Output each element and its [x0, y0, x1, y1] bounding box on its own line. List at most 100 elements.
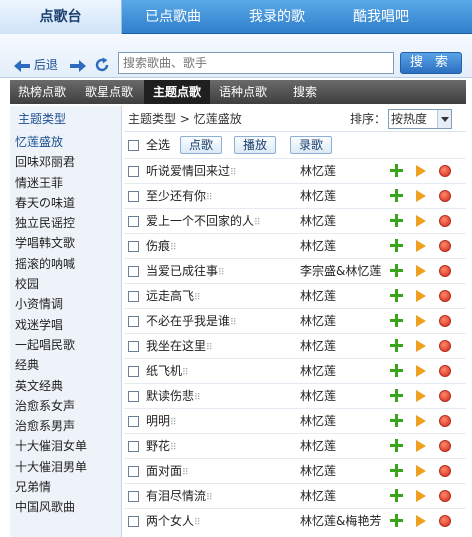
record-icon[interactable]: [439, 290, 451, 302]
add-icon[interactable]: [390, 514, 403, 527]
add-icon[interactable]: [390, 214, 403, 227]
sidebar-item[interactable]: 独立民谣控: [10, 213, 121, 233]
play-icon[interactable]: [416, 265, 426, 277]
song-checkbox[interactable]: [128, 241, 139, 252]
song-artist[interactable]: 林忆莲: [300, 284, 336, 308]
song-checkbox[interactable]: [128, 266, 139, 277]
song-title[interactable]: 野花⠿: [146, 434, 177, 460]
song-row[interactable]: 听说爱情回来过⠿ 林忆莲: [124, 158, 466, 183]
record-icon[interactable]: [439, 215, 451, 227]
song-title[interactable]: 至少还有你⠿: [146, 184, 213, 210]
sidebar-item[interactable]: 小资情调: [10, 294, 121, 314]
sidebar-item[interactable]: 情迷王菲: [10, 173, 121, 193]
subtab-language[interactable]: 语种点歌: [210, 80, 276, 104]
play-icon[interactable]: [416, 365, 426, 377]
song-row[interactable]: 远走高飞⠿ 林忆莲: [124, 283, 466, 308]
song-checkbox[interactable]: [128, 516, 139, 527]
subtab-theme[interactable]: 主题点歌: [144, 80, 210, 104]
add-icon[interactable]: [390, 414, 403, 427]
song-title[interactable]: 两个女人⠿: [146, 509, 201, 535]
record-icon[interactable]: [439, 165, 451, 177]
song-artist[interactable]: 林忆莲: [300, 409, 336, 433]
subtab-hot-chart[interactable]: 热榜点歌: [10, 80, 74, 104]
song-checkbox[interactable]: [128, 391, 139, 402]
sidebar-item[interactable]: 一起唱民歌: [10, 335, 121, 355]
add-icon[interactable]: [390, 389, 403, 402]
add-icon[interactable]: [390, 189, 403, 202]
song-row[interactable]: 默读伤悲⠿ 林忆莲: [124, 383, 466, 408]
song-artist[interactable]: 林忆莲: [300, 334, 336, 358]
record-icon[interactable]: [439, 315, 451, 327]
song-title[interactable]: 听说爱情回来过⠿: [146, 159, 237, 185]
song-artist[interactable]: 林忆莲: [300, 209, 336, 233]
song-artist[interactable]: 林忆莲&梅艳芳: [300, 509, 381, 533]
song-artist[interactable]: 林忆莲: [300, 384, 336, 408]
song-checkbox[interactable]: [128, 416, 139, 427]
song-row[interactable]: 纸飞机⠿ 林忆莲: [124, 358, 466, 383]
refresh-button[interactable]: [94, 55, 110, 73]
order-song-button[interactable]: 点歌: [180, 136, 223, 154]
sidebar-item[interactable]: 回味邓丽君: [10, 152, 121, 172]
subtab-artist[interactable]: 歌星点歌: [76, 80, 142, 104]
subtab-search[interactable]: 搜索: [280, 80, 330, 104]
add-icon[interactable]: [390, 464, 403, 477]
play-icon[interactable]: [416, 240, 426, 252]
forward-button[interactable]: [70, 56, 86, 74]
song-row[interactable]: 我坐在这里⠿ 林忆莲: [124, 333, 466, 358]
song-title[interactable]: 面对面⠿: [146, 459, 189, 485]
song-title[interactable]: 默读伤悲⠿: [146, 384, 201, 410]
tab-my-recordings[interactable]: 我录的歌: [224, 0, 330, 34]
play-icon[interactable]: [416, 215, 426, 227]
song-artist[interactable]: 林忆莲: [300, 159, 336, 183]
song-row[interactable]: 面对面⠿ 林忆莲: [124, 458, 466, 483]
song-checkbox[interactable]: [128, 341, 139, 352]
search-button[interactable]: 搜 索: [400, 52, 462, 74]
sidebar-item[interactable]: 十大催泪男单: [10, 457, 121, 477]
song-title[interactable]: 纸飞机⠿: [146, 359, 189, 385]
song-row[interactable]: 不必在乎我是谁⠿ 林忆莲: [124, 308, 466, 333]
song-row[interactable]: 有泪尽情流⠿ 林忆莲: [124, 483, 466, 508]
record-icon[interactable]: [439, 390, 451, 402]
song-title[interactable]: 爱上一个不回家的人⠿: [146, 209, 261, 235]
add-icon[interactable]: [390, 314, 403, 327]
song-title[interactable]: 明明⠿: [146, 409, 177, 435]
song-row[interactable]: 明明⠿ 林忆莲: [124, 408, 466, 433]
song-title[interactable]: 有泪尽情流⠿: [146, 484, 213, 510]
record-icon[interactable]: [439, 340, 451, 352]
play-icon[interactable]: [416, 190, 426, 202]
sidebar-item[interactable]: 兄弟情: [10, 477, 121, 497]
play-icon[interactable]: [416, 465, 426, 477]
sidebar-item[interactable]: 英文经典: [10, 376, 121, 396]
play-icon[interactable]: [416, 440, 426, 452]
song-checkbox[interactable]: [128, 441, 139, 452]
song-checkbox[interactable]: [128, 491, 139, 502]
record-icon[interactable]: [439, 490, 451, 502]
tab-song-request[interactable]: 点歌台: [0, 0, 122, 34]
song-artist[interactable]: 林忆莲: [300, 359, 336, 383]
sidebar-item[interactable]: 十大催泪女单: [10, 436, 121, 456]
play-icon[interactable]: [416, 490, 426, 502]
sidebar-item[interactable]: 治愈系男声: [10, 416, 121, 436]
search-input[interactable]: [118, 52, 394, 74]
song-title[interactable]: 伤痕⠿: [146, 234, 177, 260]
song-checkbox[interactable]: [128, 366, 139, 377]
record-icon[interactable]: [439, 365, 451, 377]
song-checkbox[interactable]: [128, 191, 139, 202]
song-artist[interactable]: 林忆莲: [300, 184, 336, 208]
song-artist[interactable]: 李宗盛&林忆莲: [300, 259, 381, 283]
song-checkbox[interactable]: [128, 316, 139, 327]
record-icon[interactable]: [439, 240, 451, 252]
tab-kuwo-sing[interactable]: 酷我唱吧: [330, 0, 432, 34]
song-artist[interactable]: 林忆莲: [300, 484, 336, 508]
song-artist[interactable]: 林忆莲: [300, 459, 336, 483]
song-artist[interactable]: 林忆莲: [300, 309, 336, 333]
song-row[interactable]: 两个女人⠿ 林忆莲&梅艳芳: [124, 508, 466, 533]
add-icon[interactable]: [390, 164, 403, 177]
back-button[interactable]: 后退: [14, 56, 58, 74]
play-icon[interactable]: [416, 390, 426, 402]
record-icon[interactable]: [439, 440, 451, 452]
tab-requested-songs[interactable]: 已点歌曲: [122, 0, 224, 34]
sidebar-item[interactable]: 经典: [10, 355, 121, 375]
sidebar-item[interactable]: 校园: [10, 274, 121, 294]
select-all-checkbox[interactable]: [128, 140, 139, 151]
